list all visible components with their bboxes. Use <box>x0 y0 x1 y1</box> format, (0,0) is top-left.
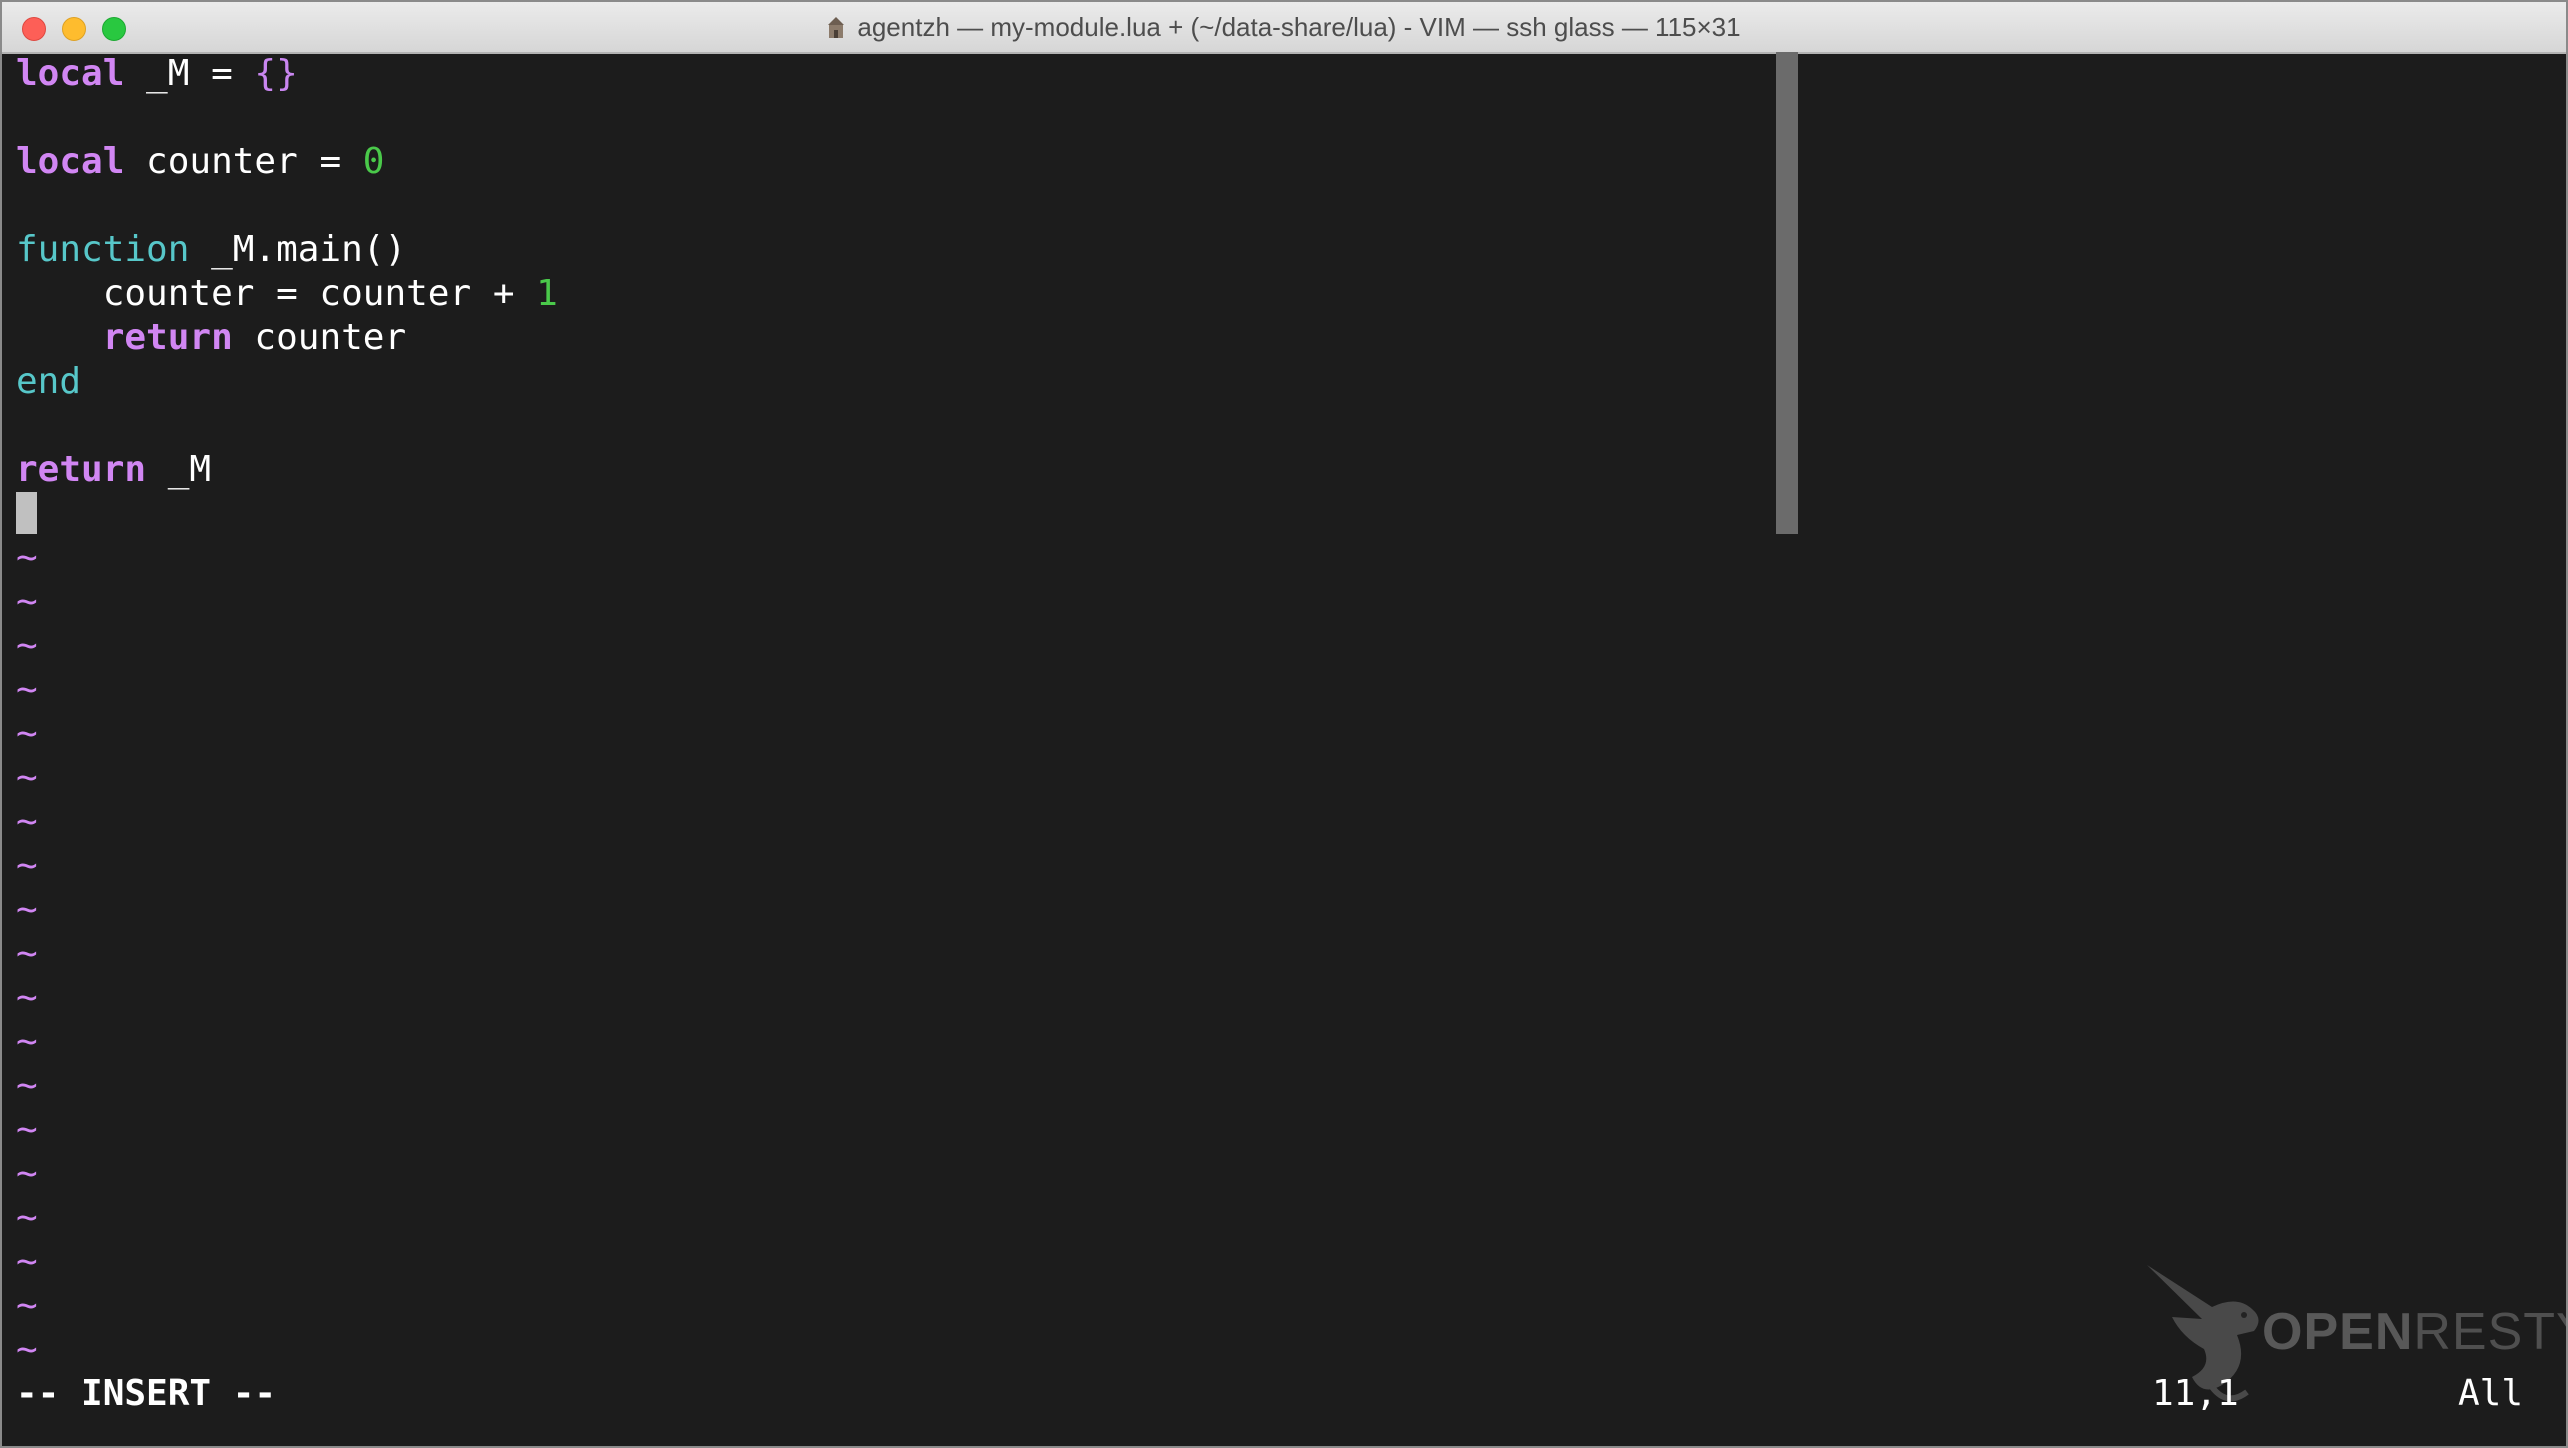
status-line: -- INSERT -- 11,1 All <box>16 1370 2566 1418</box>
empty-line-tilde: ~ <box>16 1285 38 1326</box>
code-token: _M.main() <box>189 229 407 270</box>
window-title-container: agentzh — my-module.lua + (~/data-share/… <box>2 2 2566 52</box>
empty-line-tilde: ~ <box>16 889 38 930</box>
code-token: counter <box>232 317 407 358</box>
code-line[interactable]: local counter = 0 <box>16 140 384 184</box>
empty-line-tilde: ~ <box>16 801 38 842</box>
vim-editor[interactable]: local _M = {} local counter = 0 function _… <box>16 52 2566 1446</box>
empty-line-tilde: ~ <box>16 845 38 886</box>
code-token: 0 <box>362 141 385 182</box>
code-token: counter = counter + <box>16 273 537 314</box>
empty-line-tilde: ~ <box>16 1153 38 1194</box>
empty-line-tilde: ~ <box>16 713 38 754</box>
code-line[interactable]: return _M <box>16 448 211 492</box>
watermark-text: OPENRESTY <box>2262 1303 2566 1361</box>
terminal-window: agentzh — my-module.lua + (~/data-share/… <box>0 0 2568 1448</box>
code-token: end <box>16 361 82 402</box>
empty-line-tilde: ~ <box>16 1021 38 1062</box>
empty-line-tilde: ~ <box>16 1065 38 1106</box>
code-line[interactable]: return counter <box>16 316 406 360</box>
empty-line-tilde: ~ <box>16 977 38 1018</box>
window-title: agentzh — my-module.lua + (~/data-share/… <box>857 12 1741 42</box>
code-token: {} <box>254 53 298 94</box>
house-icon <box>828 17 845 39</box>
empty-line-tilde: ~ <box>16 1109 38 1150</box>
empty-line-tilde: ~ <box>16 933 38 974</box>
code-line[interactable]: counter = counter + 1 <box>16 272 558 316</box>
scrollbar[interactable] <box>1776 52 1798 534</box>
empty-line-tilde: ~ <box>16 537 38 578</box>
code-line[interactable]: function _M.main() <box>16 228 406 272</box>
code-token: counter = <box>124 141 363 182</box>
code-token: local <box>16 53 125 94</box>
code-token: _M <box>146 449 212 490</box>
code-token: return <box>102 317 233 358</box>
empty-line-tilde: ~ <box>16 669 38 710</box>
empty-line-tilde: ~ <box>16 1241 38 1282</box>
code-line[interactable]: end <box>16 360 81 404</box>
empty-line-tilde: ~ <box>16 581 38 622</box>
code-token: function <box>16 229 190 270</box>
scroll-position: All <box>2458 1373 2524 1414</box>
mode-indicator: -- INSERT -- <box>16 1373 277 1414</box>
empty-line-tilde: ~ <box>16 1197 38 1238</box>
code-line[interactable]: local _M = {} <box>16 52 298 96</box>
title-bar[interactable]: agentzh — my-module.lua + (~/data-share/… <box>2 2 2566 54</box>
code-token: 1 <box>536 273 558 314</box>
code-token: local <box>16 141 125 182</box>
code-token: _M = <box>124 53 255 94</box>
cursor-position: 11,1 <box>2152 1373 2239 1414</box>
empty-line-tilde: ~ <box>16 625 38 666</box>
empty-line-tilde: ~ <box>16 1329 38 1370</box>
code-token: return <box>16 449 147 490</box>
text-cursor <box>16 492 37 534</box>
empty-line-tilde: ~ <box>16 757 38 798</box>
